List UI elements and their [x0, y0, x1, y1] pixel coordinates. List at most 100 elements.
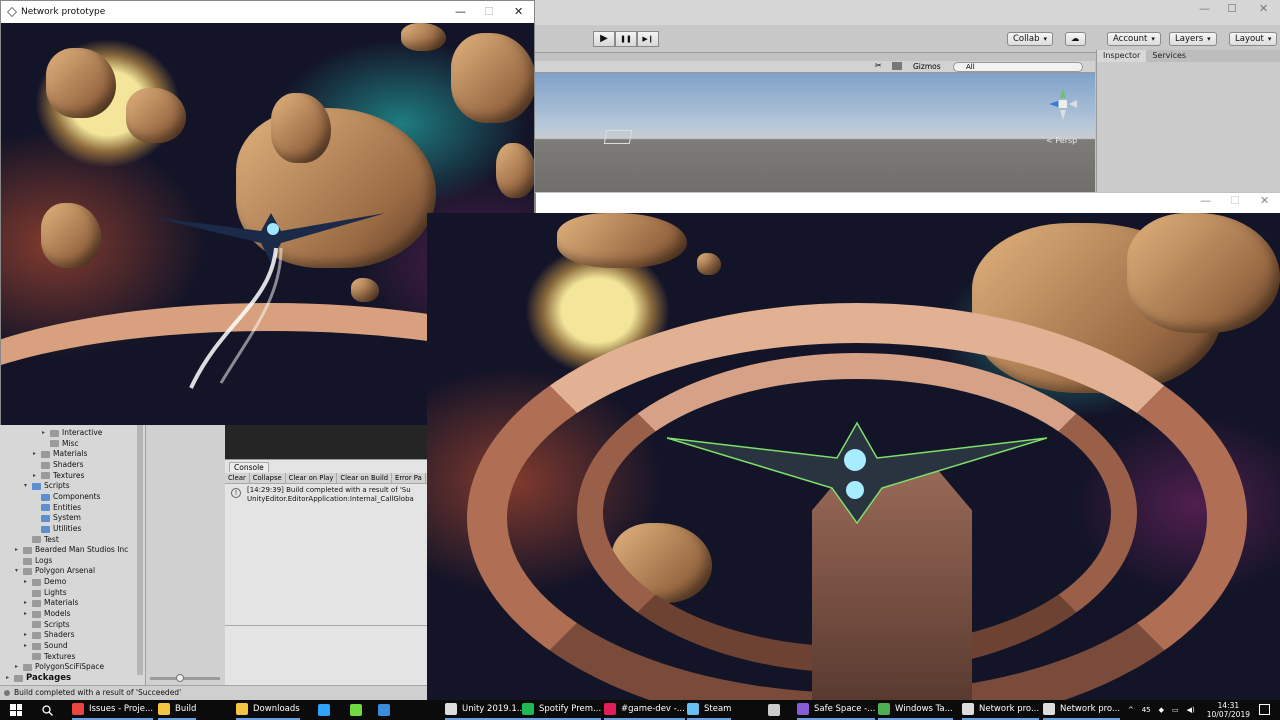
taskbar-item[interactable]: [378, 700, 395, 720]
collapse-arrow-icon[interactable]: ▸: [42, 428, 50, 439]
collapse-arrow-icon[interactable]: ▸: [24, 598, 32, 609]
tree-item[interactable]: ▸ Materials: [33, 449, 87, 460]
tab-console[interactable]: Console: [229, 462, 269, 472]
tree-item[interactable]: ▾ Scripts: [24, 481, 70, 492]
layers-button[interactable]: Layers ▾: [1169, 32, 1217, 46]
collapse-arrow-icon[interactable]: ▸: [24, 609, 32, 620]
tree-item[interactable]: Shaders: [33, 460, 83, 471]
taskbar-item[interactable]: #game-dev -...: [604, 700, 685, 720]
console-log-entry[interactable]: ! [14:29:39] Build completed with a resu…: [225, 486, 427, 506]
tree-item[interactable]: ▸ Materials: [24, 598, 78, 609]
chevron-up-icon[interactable]: ^: [1128, 706, 1134, 714]
tree-item[interactable]: ▸ Interactive: [42, 428, 102, 439]
tray-count[interactable]: 45: [1142, 706, 1151, 714]
expand-arrow-icon[interactable]: ▾: [24, 481, 32, 492]
clear-on-build-button[interactable]: Clear on Build: [337, 473, 393, 483]
tree-item[interactable]: Entities: [33, 503, 81, 514]
tree-item[interactable]: Components: [33, 492, 100, 503]
cloud-button[interactable]: ☁: [1065, 32, 1086, 46]
network-icon[interactable]: ▭: [1172, 706, 1179, 714]
tree-item[interactable]: ▸ Shaders: [24, 630, 74, 641]
tree-item[interactable]: Lights: [24, 588, 67, 599]
tree-item[interactable]: ▸ Packages: [6, 673, 71, 684]
windows-start-icon[interactable]: [10, 704, 22, 716]
gizmos-dropdown[interactable]: Gizmos: [913, 61, 941, 73]
proto-maximize-icon[interactable]: ☐: [484, 1, 494, 23]
taskbar-item[interactable]: Safe Space -...: [797, 700, 876, 720]
camera-icon[interactable]: [892, 62, 902, 70]
collapse-button[interactable]: Collapse: [250, 473, 286, 483]
volume-icon[interactable]: ◀): [1187, 706, 1195, 714]
editor-maximize-icon[interactable]: ☐: [1227, 2, 1237, 15]
scene-gizmo[interactable]: [1045, 86, 1081, 122]
collab-button[interactable]: Collab ▾: [1007, 32, 1053, 46]
collapse-arrow-icon[interactable]: ▸: [33, 449, 41, 460]
tree-item[interactable]: ▸ Models: [24, 609, 70, 620]
pause-button[interactable]: ❚❚: [615, 31, 637, 47]
game-viewport[interactable]: [427, 213, 1280, 700]
collapse-arrow-icon[interactable]: ▸: [24, 641, 32, 652]
clock[interactable]: 14:31 10/07/2019: [1207, 701, 1250, 719]
taskbar-item[interactable]: Network pro...: [1043, 700, 1121, 720]
taskbar-item[interactable]: Downloads: [236, 700, 300, 720]
search-icon[interactable]: [42, 705, 53, 716]
tree-item[interactable]: ▸ Sound: [24, 641, 68, 652]
error-pause-button[interactable]: Error Pa: [392, 473, 426, 483]
tree-item[interactable]: Logs: [15, 556, 52, 567]
notifications-icon[interactable]: [1259, 704, 1270, 715]
taskbar-item[interactable]: [318, 700, 335, 720]
scene-search-input[interactable]: All: [953, 62, 1083, 72]
taskbar-item[interactable]: [768, 700, 785, 720]
collapse-arrow-icon[interactable]: ▸: [33, 471, 41, 482]
expand-arrow-icon[interactable]: ▾: [15, 566, 23, 577]
taskbar-item[interactable]: Network pro...: [962, 700, 1040, 720]
slider-knob[interactable]: [176, 674, 184, 682]
tree-item[interactable]: Textures: [24, 652, 75, 663]
taskbar-item[interactable]: Issues - Proje...: [72, 700, 154, 720]
game-minimize-icon[interactable]: —: [1200, 194, 1211, 207]
persp-label[interactable]: < Persp: [1046, 136, 1077, 145]
tree-item[interactable]: Utilities: [33, 524, 81, 535]
tree-item[interactable]: Test: [24, 535, 59, 546]
tab-inspector[interactable]: Inspector: [1097, 50, 1147, 62]
collapse-arrow-icon[interactable]: ▸: [24, 630, 32, 641]
tools-icon[interactable]: ✂: [875, 61, 882, 70]
taskbar-item[interactable]: Steam: [687, 700, 732, 720]
clear-button[interactable]: Clear: [225, 473, 250, 483]
proto-minimize-icon[interactable]: —: [455, 1, 466, 23]
tab-services[interactable]: Services: [1146, 50, 1192, 62]
editor-minimize-icon[interactable]: —: [1199, 2, 1210, 15]
tree-item[interactable]: Misc: [42, 439, 79, 450]
project-scrollbar[interactable]: [137, 425, 143, 675]
tree-item[interactable]: ▸ Demo: [24, 577, 66, 588]
taskbar-item[interactable]: Build: [158, 700, 197, 720]
step-button[interactable]: ▶❙: [637, 31, 659, 47]
clear-on-play-button[interactable]: Clear on Play: [286, 473, 338, 483]
taskbar-item[interactable]: Spotify Prem...: [522, 700, 602, 720]
tree-item[interactable]: ▸ Textures: [33, 471, 84, 482]
tree-item[interactable]: ▾ Polygon Arsenal: [15, 566, 95, 577]
tree-item[interactable]: System: [33, 513, 81, 524]
editor-close-icon[interactable]: ✕: [1259, 2, 1268, 15]
taskbar-item[interactable]: Windows Ta...: [878, 700, 953, 720]
proto-close-icon[interactable]: ✕: [514, 1, 523, 23]
tree-item[interactable]: ▸ Bearded Man Studios Inc: [15, 545, 128, 556]
icon-size-slider[interactable]: [150, 674, 220, 682]
game-maximize-icon[interactable]: ☐: [1230, 194, 1240, 207]
game-close-icon[interactable]: ✕: [1260, 194, 1269, 207]
collapse-arrow-icon[interactable]: ▸: [15, 662, 23, 673]
play-button[interactable]: ▶: [593, 31, 615, 47]
account-button[interactable]: Account ▾: [1107, 32, 1161, 46]
taskbar-item[interactable]: Unity 2019.1....: [445, 700, 528, 720]
collapse-arrow-icon[interactable]: ▸: [15, 545, 23, 556]
tree-item[interactable]: ▸ PolygonSciFiSpace: [15, 662, 104, 673]
console-divider[interactable]: [225, 625, 427, 626]
taskbar-item[interactable]: [350, 700, 367, 720]
scene-view[interactable]: [535, 73, 1095, 192]
collapse-arrow-icon[interactable]: ▸: [24, 577, 32, 588]
proto-window-title: Network prototype: [21, 7, 106, 17]
tree-item[interactable]: Scripts: [24, 620, 70, 631]
dropbox-icon[interactable]: ◆: [1159, 706, 1164, 714]
collapse-arrow-icon[interactable]: ▸: [6, 673, 14, 684]
layout-button[interactable]: Layout ▾: [1229, 32, 1278, 46]
